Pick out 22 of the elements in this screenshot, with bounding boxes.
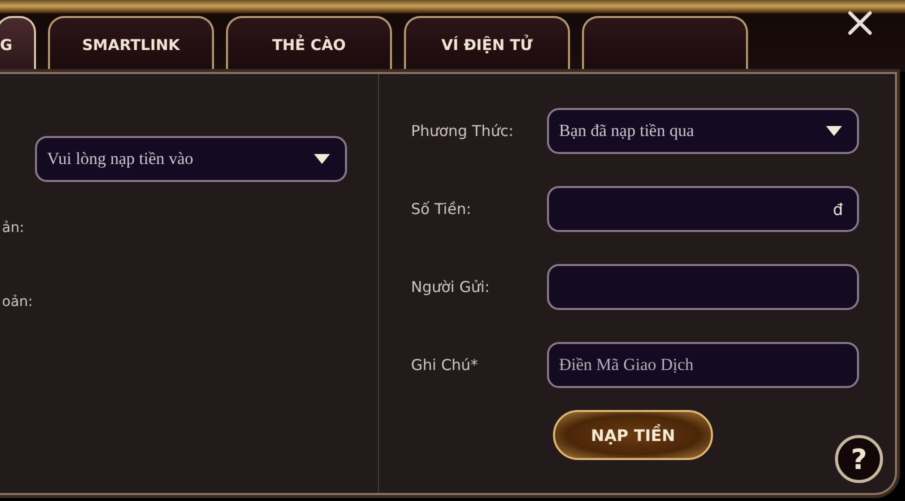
close-icon[interactable] bbox=[845, 8, 875, 38]
field-label: Số Tiền: bbox=[411, 200, 472, 218]
method-dropdown[interactable]: Bạn đã nạp tiền qua bbox=[547, 108, 859, 154]
tab[interactable]: SMARTLINK bbox=[48, 16, 214, 72]
currency-symbol: đ bbox=[832, 200, 843, 218]
field-label: ản: bbox=[2, 220, 26, 236]
tab[interactable]: THẺ CÀO bbox=[226, 16, 392, 72]
caret-icon bbox=[313, 153, 331, 165]
amount-field[interactable]: đ bbox=[547, 186, 859, 232]
tab[interactable] bbox=[582, 16, 748, 72]
help-button[interactable]: ? bbox=[835, 435, 883, 483]
tab[interactable]: G bbox=[0, 16, 36, 72]
field-label: oản: bbox=[2, 294, 34, 310]
input-field[interactable] bbox=[547, 264, 859, 310]
deposit-button[interactable]: NẠP TIỀN bbox=[553, 410, 713, 460]
field-label: Phương Thức: bbox=[411, 122, 515, 140]
field-label: Người Gửi: bbox=[411, 278, 491, 296]
field-label: Ghi Chú* bbox=[411, 356, 480, 374]
caret-icon bbox=[825, 125, 843, 137]
bank-dropdown[interactable]: Vui lòng nạp tiền vào bbox=[35, 136, 347, 182]
input-field[interactable]: Điền Mã Giao Dịch bbox=[547, 342, 859, 388]
tab[interactable]: VÍ ĐIỆN TỬ bbox=[404, 16, 570, 72]
